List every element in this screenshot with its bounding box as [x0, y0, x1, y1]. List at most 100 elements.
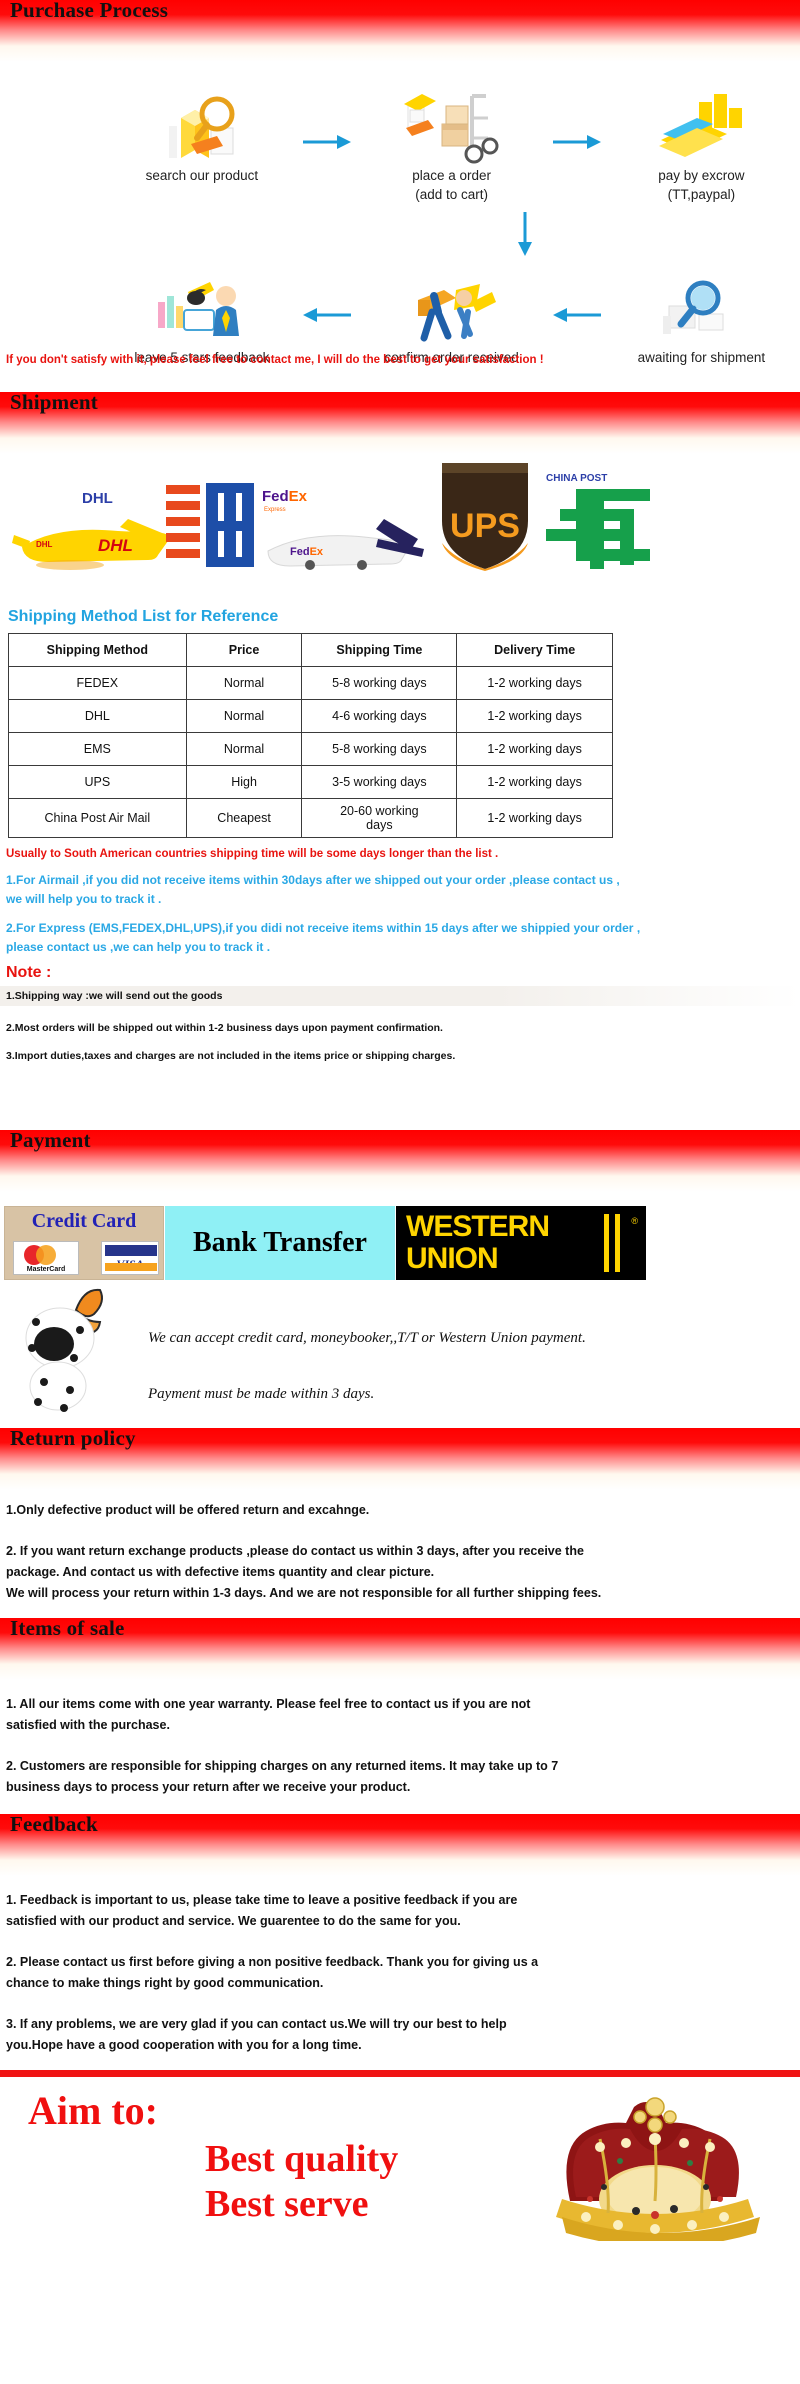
process-step-pay: pay by excrow (TT,paypal) [603, 80, 800, 204]
fedex-logo-icon: FedEx Express FedEx [258, 477, 438, 582]
crown-icon [540, 2091, 770, 2247]
cell-method: EMS [8, 732, 187, 766]
process-step-search: search our product [103, 80, 300, 204]
items-of-sale-body: 1. All our items come with one year warr… [0, 1680, 800, 1798]
section-banner-return: Return policy [0, 1426, 800, 1474]
return-line-4: We will process your return within 1-3 d… [6, 1586, 602, 1600]
svg-text:CHINA POST: CHINA POST [546, 473, 607, 484]
return-title: Return policy [10, 1426, 136, 1450]
mastercard-circle-orange [36, 1245, 56, 1265]
feedback-line-4: chance to make things right by good comm… [6, 1976, 324, 1990]
feedback-line-5: 3. If any problems, we are very glad if … [6, 2017, 507, 2031]
step-sublabel: (add to cart) [415, 187, 489, 202]
process-step-order: place a order (add to cart) [353, 80, 550, 204]
step-sublabel: (TT,paypal) [667, 187, 736, 202]
feedback-line-2: satisfied with our product and service. … [6, 1914, 461, 1928]
confirm-order-icon [353, 262, 550, 348]
cell-price: Normal [185, 666, 303, 700]
carrier-logos: DHL DHL DHL FedEx Express FedEx UPS CHIN… [0, 454, 800, 594]
table-row: DHL Normal 4-6 working days 1-2 working … [8, 699, 613, 733]
arrow-down-icon [518, 212, 532, 256]
visa-icon: VISA [101, 1241, 159, 1275]
column-header: Price [185, 633, 303, 667]
svg-text:UPS: UPS [450, 507, 520, 545]
awaiting-shipment-icon [603, 262, 800, 348]
satisfaction-note: If you don't satisfy with it, please fee… [6, 354, 544, 366]
search-product-icon [103, 80, 300, 166]
western-label: WESTERN [406, 1210, 550, 1243]
mastercard-label: MasterCard [26, 1266, 66, 1273]
bank-transfer-logo: Bank Transfer [165, 1206, 395, 1280]
visa-blue-bar [105, 1245, 157, 1256]
shipping-table-title: Shipping Method List for Reference [8, 608, 279, 625]
step-label: search our product [145, 168, 259, 183]
arrow-left-icon-1 [300, 262, 353, 367]
table-row: UPS High 3-5 working days 1-2 working da… [8, 765, 613, 799]
shipment-title: Shipment [10, 390, 98, 414]
column-header: Shipping Time [301, 633, 458, 667]
step-label: awaiting for shipment [637, 350, 766, 365]
payment-deadline-text: Payment must be made within 3 days. [148, 1386, 375, 1402]
svg-text:DHL: DHL [82, 490, 113, 507]
cell-shipping-time: 5-8 working days [301, 666, 458, 700]
dalmatian-butterfly-icon [14, 1286, 124, 1419]
visa-gold-bar [105, 1263, 157, 1271]
feedback-body: 1. Feedback is important to us, please t… [0, 1876, 800, 2056]
column-header: Delivery Time [456, 633, 613, 667]
mastercard-icon: MasterCard [13, 1241, 79, 1275]
payment-methods-bar: Credit Card MasterCard VISA Bank Transfe… [0, 1206, 800, 1280]
items-line-1: 1. All our items come with one year warr… [6, 1697, 531, 1711]
purchase-process-diagram: search our product place a order (add to… [0, 62, 800, 392]
arrow-left-icon-2 [550, 262, 603, 367]
cell-price: Normal [185, 699, 303, 733]
china-post-logo-icon: CHINA POST [540, 465, 660, 582]
arrow-right-icon-1 [300, 80, 353, 204]
bank-transfer-label: Bank Transfer [193, 1227, 367, 1258]
svg-text:DHL: DHL [36, 540, 53, 549]
page-title: Purchase Process [10, 0, 169, 22]
feedback-line-1: 1. Feedback is important to us, please t… [6, 1893, 518, 1907]
banner-fade [0, 438, 800, 454]
banner-fade [0, 1474, 800, 1490]
accept-payment-text: We can accept credit card, moneybooker,,… [148, 1330, 586, 1346]
pay-escrow-cards-icon [603, 80, 800, 166]
banner-fade [0, 1176, 800, 1192]
svg-text:FedEx: FedEx [290, 546, 324, 558]
svg-text:Express: Express [264, 507, 286, 513]
union-label: UNION [406, 1242, 499, 1275]
ups-logo-icon: UPS [430, 455, 540, 582]
cell-price: Cheapest [185, 798, 303, 838]
table-row: EMS Normal 5-8 working days 1-2 working … [8, 732, 613, 766]
cell-method: China Post Air Mail [8, 798, 187, 838]
note-import-duties: 3.Import duties,taxes and charges are no… [6, 1050, 456, 1062]
place-order-cart-icon [353, 80, 550, 166]
note-order-timing: 2.Most orders will be shipped out within… [6, 1022, 443, 1034]
cell-price: High [185, 765, 303, 799]
return-line-1: 1.Only defective product will be offered… [6, 1503, 370, 1517]
airmail-note-line2: we will help you to track it . [6, 892, 162, 906]
credit-card-label: Credit Card [31, 1210, 137, 1232]
feedback-line-6: you.Hope have a good cooperation with yo… [6, 2038, 362, 2052]
south-america-note: Usually to South American countries ship… [6, 848, 499, 860]
cell-delivery-time: 1-2 working days [456, 666, 613, 700]
note-shipping-way: 1.Shipping way :we will send out the goo… [6, 990, 223, 1002]
cell-method: UPS [8, 765, 187, 799]
best-quality-label: Best quality [205, 2138, 399, 2180]
return-line-2: 2. If you want return exchange products … [6, 1544, 584, 1558]
cell-delivery-time: 1-2 working days [456, 699, 613, 733]
process-step-confirm: confirm order received [353, 262, 550, 367]
cell-shipping-time: 20-60 working days [301, 798, 458, 838]
cell-delivery-time: 1-2 working days [456, 798, 613, 838]
items-title: Items of sale [10, 1616, 125, 1640]
ems-logo-icon [160, 477, 270, 582]
registered-mark-icon: ® [631, 1216, 638, 1226]
banner-fade [0, 1860, 800, 1876]
section-banner-purchase: Purchase Process [0, 0, 800, 46]
section-banner-payment: Payment [0, 1128, 800, 1176]
items-line-2: satisfied with the purchase. [6, 1718, 170, 1732]
footer-divider [0, 2070, 800, 2077]
aim-to-label: Aim to: [28, 2088, 158, 2133]
note-heading: Note : [6, 964, 52, 981]
cell-shipping-time: 4-6 working days [301, 699, 458, 733]
items-line-3: 2. Customers are responsible for shippin… [6, 1759, 559, 1773]
